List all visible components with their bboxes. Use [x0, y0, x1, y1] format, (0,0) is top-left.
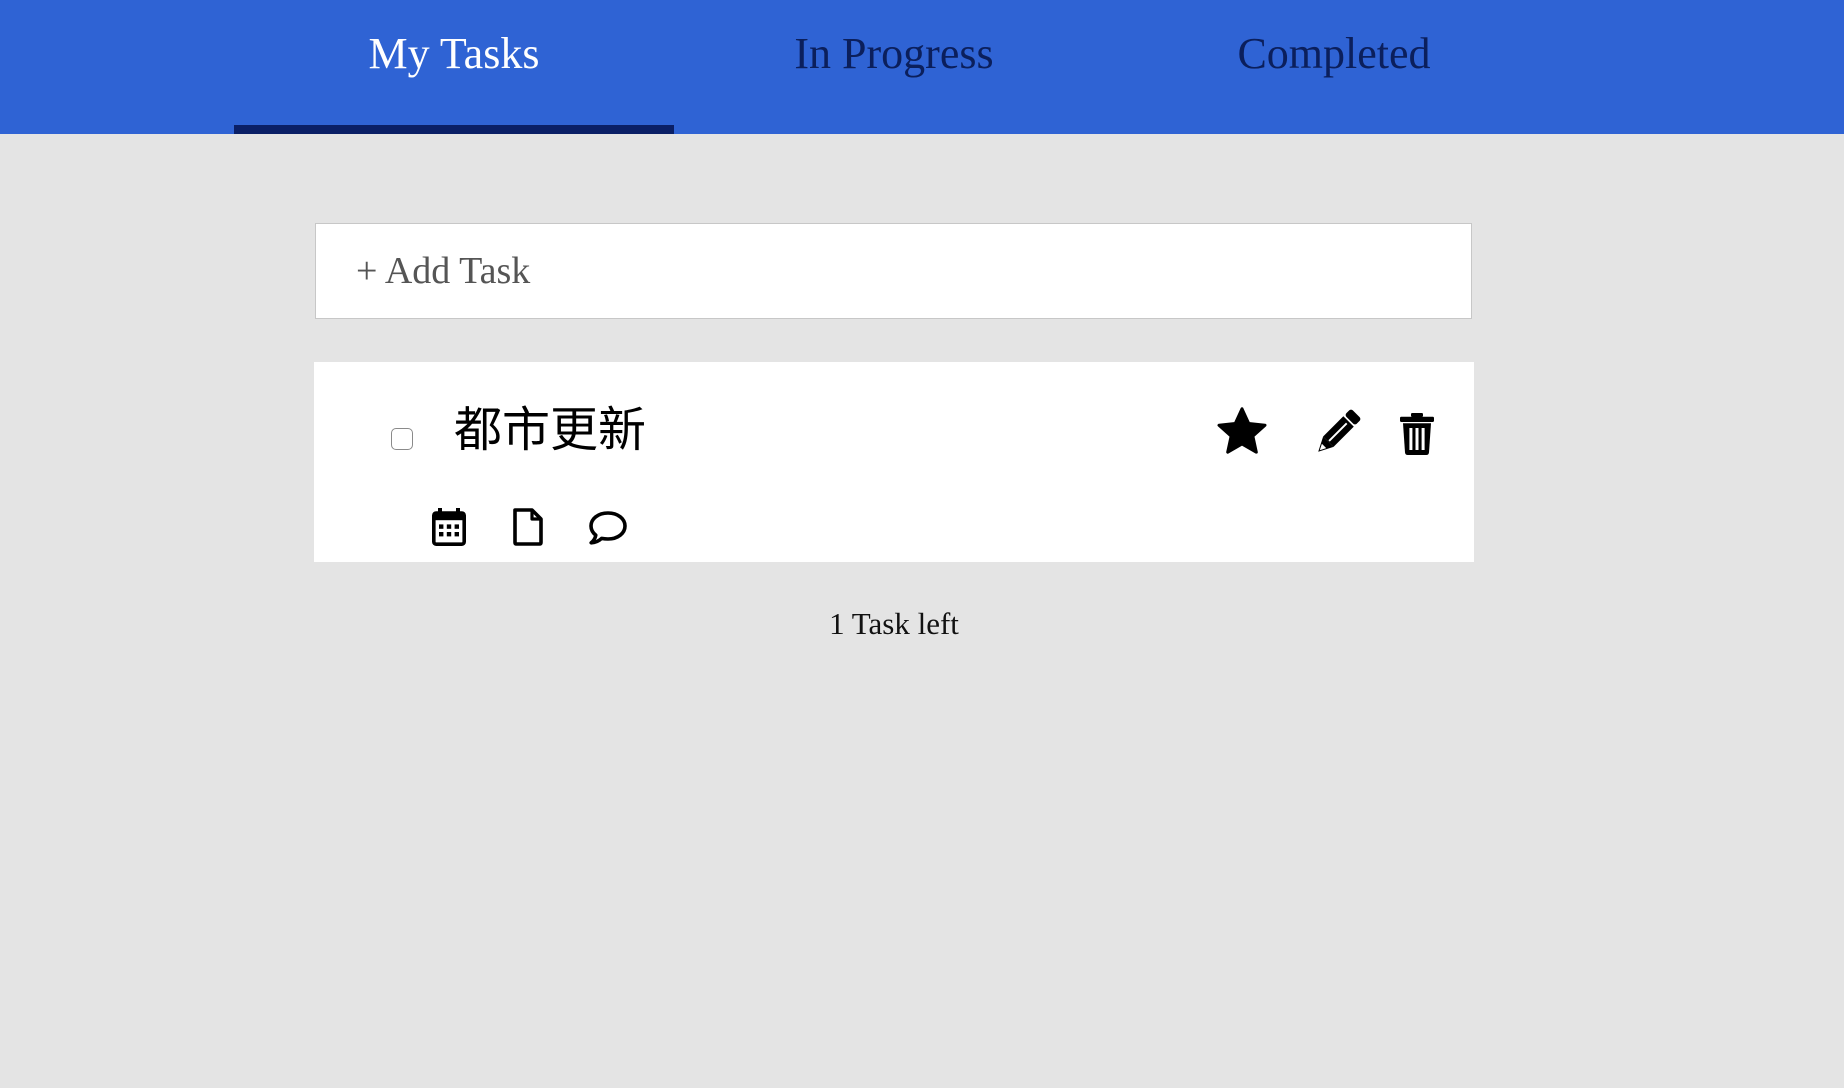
tab-label: In Progress [794, 29, 994, 78]
task-card: 都市更新 [314, 362, 1474, 562]
tab-in-progress[interactable]: In Progress [674, 0, 1114, 134]
tab-completed[interactable]: Completed [1114, 0, 1554, 134]
top-navigation-bar: My Tasks In Progress Completed [0, 0, 1844, 134]
star-icon[interactable] [1216, 407, 1268, 457]
tab-my-tasks[interactable]: My Tasks [234, 0, 674, 134]
task-complete-checkbox[interactable] [391, 428, 413, 450]
tab-label: My Tasks [368, 29, 540, 78]
calendar-icon[interactable] [432, 508, 466, 546]
tasks-left-counter: 1 Task left [829, 606, 959, 641]
tab-label: Completed [1237, 29, 1431, 78]
add-task-input[interactable]: + Add Task [315, 223, 1472, 319]
comment-icon[interactable] [588, 510, 628, 546]
file-icon[interactable] [512, 508, 544, 546]
trash-icon[interactable] [1399, 412, 1435, 456]
task-title: 都市更新 [454, 402, 647, 458]
pencil-icon[interactable] [1310, 408, 1362, 460]
add-task-label: + Add Task [356, 250, 531, 292]
